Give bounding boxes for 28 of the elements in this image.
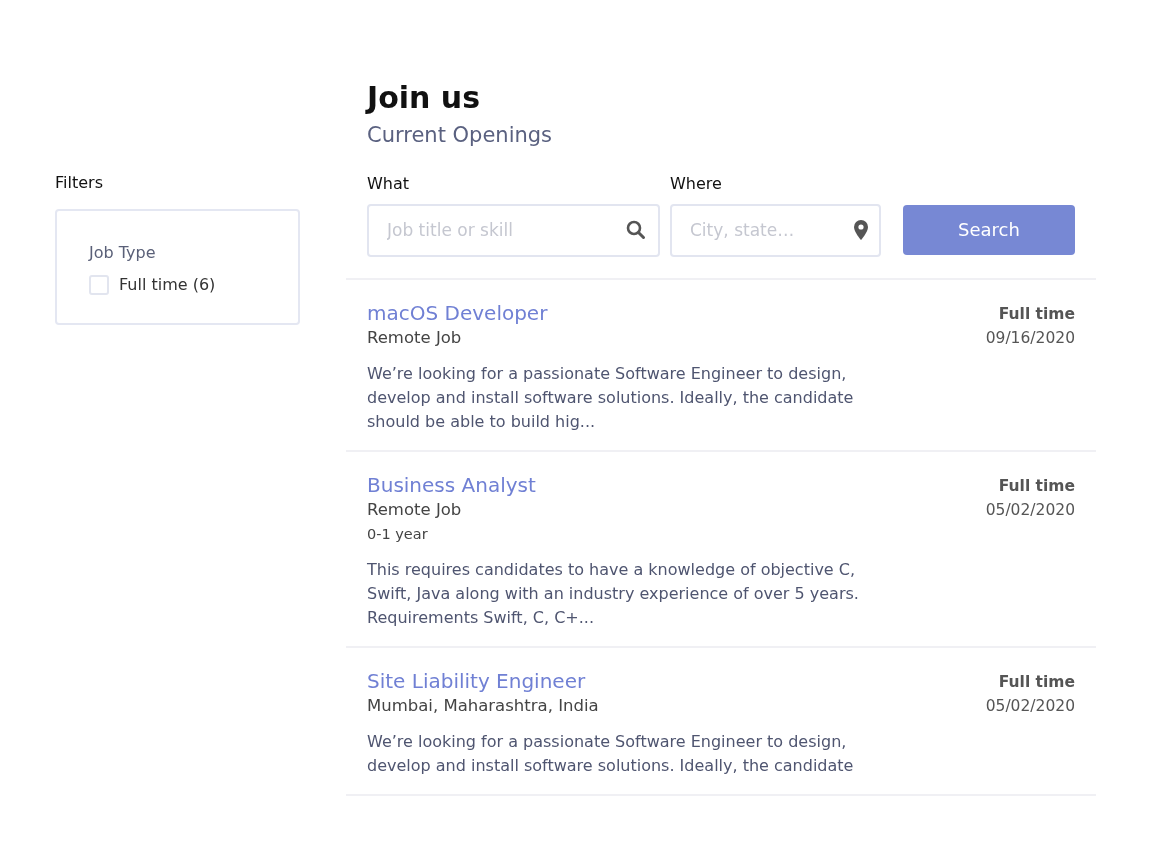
page-subtitle: Current Openings bbox=[367, 122, 554, 149]
search-icon bbox=[626, 219, 646, 240]
job-date: 05/02/2020 bbox=[985, 499, 1075, 521]
map-pin-icon bbox=[853, 218, 869, 241]
filter-option-label: Full time (6) bbox=[119, 274, 216, 296]
job-location: Mumbai, Maharashtra, India bbox=[367, 694, 600, 717]
job-type: Full time bbox=[998, 475, 1075, 497]
what-label: What bbox=[367, 172, 411, 195]
job-date: 05/02/2020 bbox=[985, 695, 1075, 717]
filters-heading: Filters bbox=[55, 172, 104, 194]
where-label: Where bbox=[670, 172, 723, 195]
job-experience: 0-1 year bbox=[367, 524, 429, 544]
job-type: Full time bbox=[998, 303, 1075, 325]
job-description: This requires candidates to have a knowledge of objective C, Swift, Java along with an industry experience of over 5 years. Requirements Swift, C, C+... bbox=[367, 558, 860, 629]
job-location: Remote Job bbox=[367, 326, 463, 349]
filter-group-title: Job Type bbox=[89, 242, 157, 264]
job-title-link[interactable]: Site Liability Engineer bbox=[367, 667, 897, 694]
search-button[interactable]: Search bbox=[903, 204, 1075, 255]
job-description: We’re looking for a passionate Software Engineer to design, develop and install software solutions. Ideally, the candidate bbox=[367, 730, 855, 777]
job-title-link[interactable]: Business Analyst bbox=[367, 471, 897, 498]
checkbox[interactable] bbox=[89, 275, 109, 295]
job-type: Full time bbox=[998, 671, 1075, 693]
page-title: Join us bbox=[367, 79, 482, 117]
location-field[interactable]: City, state… bbox=[670, 203, 881, 257]
job-description: We’re looking for a passionate Software Engineer to design, develop and install software solutions. Ideally, the candidate should be able to build hig... bbox=[367, 362, 855, 433]
job-title-link[interactable]: macOS Developer bbox=[367, 299, 897, 326]
job-location: Remote Job bbox=[367, 498, 463, 521]
job-date: 09/16/2020 bbox=[985, 327, 1075, 349]
